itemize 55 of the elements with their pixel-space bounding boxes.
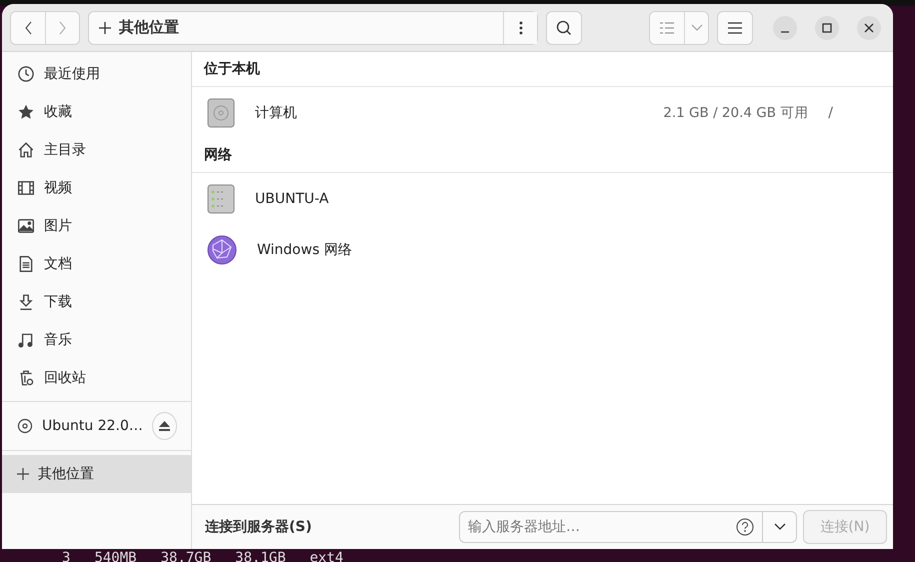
sidebar-item[interactable]: 视频 <box>2 169 191 207</box>
music-note-icon <box>17 331 35 349</box>
sidebar-item[interactable]: 下载 <box>2 283 191 321</box>
terminal-text: 3 <box>62 549 70 562</box>
list-view-icon <box>660 22 674 34</box>
clock-icon <box>17 65 35 83</box>
document-icon <box>17 255 35 273</box>
sidebar-item[interactable]: 收藏 <box>2 93 191 131</box>
terminal-text: 38.1GB <box>235 549 286 562</box>
chevron-down-icon <box>690 24 702 32</box>
network-globe-icon <box>207 234 237 264</box>
connect-label: 连接到服务器(S) <box>205 518 312 536</box>
menu-button[interactable] <box>717 10 753 44</box>
plus-icon <box>99 22 111 34</box>
menu-icon <box>728 22 742 34</box>
disc-icon <box>17 417 33 435</box>
image-icon <box>17 217 35 235</box>
search-icon <box>556 20 572 36</box>
sidebar-item[interactable]: 文档 <box>2 245 191 283</box>
terminal-text: 540MB <box>94 549 137 562</box>
sidebar-item[interactable]: Ubuntu 22.0… <box>2 406 191 446</box>
film-icon <box>17 179 35 197</box>
minimize-button[interactable] <box>773 16 797 40</box>
sidebar-item[interactable]: 回收站 <box>2 359 191 397</box>
section-heading: 位于本机 <box>192 52 893 87</box>
back-icon <box>24 20 32 34</box>
location-row[interactable]: 计算机 2.1 GB / 20.4 GB 可用 / <box>192 87 893 138</box>
terminal-text: 38.7GB <box>160 549 212 562</box>
location-row[interactable]: UBUNTU-A <box>192 173 893 224</box>
chevron-down-icon <box>774 523 786 531</box>
server-icon <box>207 184 235 214</box>
eject-icon <box>158 421 170 431</box>
download-icon <box>17 293 35 311</box>
close-button[interactable] <box>857 16 881 40</box>
star-icon <box>17 103 35 121</box>
maximize-button[interactable] <box>815 16 839 40</box>
sidebar-item[interactable]: 音乐 <box>2 321 191 359</box>
more-options-button[interactable] <box>503 12 537 44</box>
sidebar-item[interactable]: 主目录 <box>2 131 191 169</box>
plus-icon <box>17 468 29 480</box>
minimize-icon <box>780 30 790 32</box>
search-button[interactable] <box>546 10 582 44</box>
eject-button[interactable] <box>152 412 177 440</box>
home-icon <box>17 141 35 159</box>
section-heading: 网络 <box>192 138 893 173</box>
sidebar-item[interactable]: 图片 <box>2 207 191 245</box>
help-icon <box>736 518 754 536</box>
forward-icon <box>58 20 66 34</box>
location-row[interactable]: Windows 网络 <box>192 224 893 275</box>
vertical-dots-icon <box>518 20 522 34</box>
close-icon <box>864 22 874 32</box>
sidebar-item[interactable]: 其他位置 <box>2 455 191 493</box>
terminal-text: ext4 <box>310 549 344 562</box>
sidebar-item[interactable]: 最近使用 <box>2 55 191 93</box>
maximize-icon <box>822 22 832 32</box>
